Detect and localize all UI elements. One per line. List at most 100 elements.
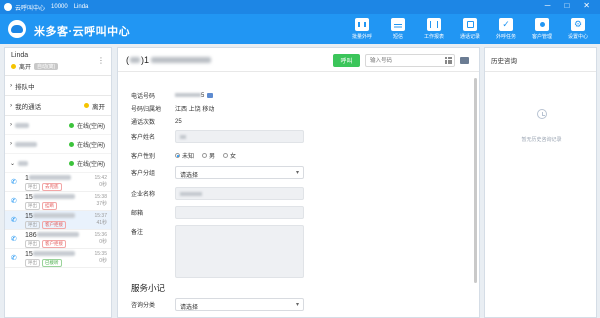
queue-section-label: 排队中 xyxy=(15,83,35,91)
gender-label: 客户性别 xyxy=(131,154,156,160)
detail-header: ()1 呼叫 xyxy=(118,48,479,72)
email-label: 邮箱 xyxy=(131,211,144,217)
phone-icon: ✆ xyxy=(11,198,17,205)
my-calls-section[interactable]: › 我的通话 离开 xyxy=(5,96,111,116)
call-record-row[interactable]: ✆ 1 呼出 去兜底 15:42 0秒 xyxy=(5,173,111,192)
settings-icon: ⚙ xyxy=(571,18,585,31)
online-dot-icon xyxy=(69,141,74,147)
remark-textarea[interactable] xyxy=(175,225,304,278)
member-row[interactable]: ⌄ 在线(空闲) xyxy=(5,154,111,173)
member-name-redacted xyxy=(15,141,37,147)
maximize-button[interactable]: □ xyxy=(564,1,569,10)
toolbar-bulk-dial-button[interactable]: 批量外呼 xyxy=(344,14,380,44)
call-button[interactable]: 呼叫 xyxy=(333,54,360,67)
online-dot-icon xyxy=(69,122,74,128)
call-type-tag: 呼出 xyxy=(25,221,40,229)
toolbar-settings-button[interactable]: ⚙ 设置中心 xyxy=(560,14,596,44)
app-header: 米多客·云呼叫中心 批量外呼 短信 工作报表 通话记录 ✓ 外呼任务 客户管理 … xyxy=(0,14,600,44)
toolbar-customer-button[interactable]: 客户管理 xyxy=(524,14,560,44)
number-input[interactable] xyxy=(365,54,455,67)
task-icon: ✓ xyxy=(499,18,513,31)
chevron-right-icon: › xyxy=(10,141,12,147)
bulk-dial-icon xyxy=(355,18,369,31)
main-toolbar: 批量外呼 短信 工作报表 通话记录 ✓ 外呼任务 客户管理 ⚙ 设置中心 xyxy=(344,14,596,44)
minimize-button[interactable]: ─ xyxy=(545,1,551,10)
agent-status[interactable]: 离开 自动(离) xyxy=(11,62,105,71)
phone-value: 5 xyxy=(175,92,204,99)
gender-radio-male[interactable]: 男 xyxy=(202,151,215,160)
history-panel: 历史咨询 暂无历史咨询记录 xyxy=(484,47,597,318)
call-time: 15:37 xyxy=(94,213,107,219)
call-number-prefix: 15 xyxy=(25,251,33,258)
toolbar-sms-button[interactable]: 短信 xyxy=(380,14,416,44)
service-summary-title: 服务小记 xyxy=(131,283,166,293)
more-options-icon[interactable]: ⋮ xyxy=(97,56,105,65)
company-field[interactable] xyxy=(175,187,304,200)
call-result-tag: 客户拒接 xyxy=(42,221,66,229)
call-number-prefix: 15 xyxy=(25,213,33,220)
left-panel: Linda 离开 自动(离) ⋮ › 排队中 › 我的通话 离开 › 在线(空闲… xyxy=(4,47,112,318)
member-status: 在线(空闲) xyxy=(77,142,105,149)
inquiry-label: 咨询分类 xyxy=(131,303,156,309)
brand-logo-icon xyxy=(8,20,26,38)
report-icon xyxy=(427,18,441,31)
phone-icon: ✆ xyxy=(11,217,17,224)
my-calls-section-label: 我的通话 xyxy=(15,103,42,111)
phone-label: 电话号码 xyxy=(131,94,156,100)
gender-radio-female[interactable]: 女 xyxy=(223,151,236,160)
call-result-tag: 去兜底 xyxy=(42,183,62,191)
member-name-redacted xyxy=(18,160,29,166)
keypad-icon[interactable] xyxy=(445,57,452,64)
toolbar-task-button[interactable]: ✓ 外呼任务 xyxy=(488,14,524,44)
call-number-prefix: 186 xyxy=(25,232,37,239)
agent-card: Linda 离开 自动(离) ⋮ xyxy=(5,48,111,76)
call-record-row[interactable]: ✆ 186 呼出 客户拒接 15:36 0秒 xyxy=(5,230,111,249)
email-field[interactable] xyxy=(175,206,304,219)
queue-section[interactable]: › 排队中 xyxy=(5,76,111,96)
window-titlebar: 云呼叫中心 10000 Linda ─ □ ✕ xyxy=(0,0,600,14)
customer-name-field[interactable] xyxy=(175,130,304,143)
call-time: 15:38 xyxy=(94,194,107,200)
member-row[interactable]: › 在线(空闲) xyxy=(5,116,111,135)
my-calls-status: 离开 xyxy=(92,103,105,111)
call-number-prefix: 15 xyxy=(25,194,33,201)
call-record-row[interactable]: ✆ 15 呼出 已接听 15:35 0秒 xyxy=(5,249,111,268)
customer-detail-panel: ()1 呼叫 电话号码 5 号码归属地 江西 上饶 移动 通话次数 25 客户姓… xyxy=(117,47,480,318)
call-time: 15:35 xyxy=(94,251,107,257)
status-dot-icon xyxy=(84,103,89,108)
toolbar-call-log-button[interactable]: 通话记录 xyxy=(452,14,488,44)
detail-scrollbar[interactable] xyxy=(474,78,477,283)
chevron-right-icon: › xyxy=(10,102,13,109)
customer-icon xyxy=(535,18,549,31)
close-button[interactable]: ✕ xyxy=(583,1,590,10)
group-label: 客户分组 xyxy=(131,171,156,177)
agent-status-text: 离开 xyxy=(19,65,32,71)
call-duration: 0秒 xyxy=(99,258,107,264)
call-duration: 37秒 xyxy=(96,201,107,207)
location-label: 号码归属地 xyxy=(131,107,162,113)
agent-name: Linda xyxy=(11,52,29,59)
call-time: 15:36 xyxy=(94,232,107,238)
group-select[interactable]: 请选择 xyxy=(175,166,304,179)
sms-icon xyxy=(391,18,405,31)
gender-radio-unknown[interactable]: 未知 xyxy=(175,151,194,160)
call-record-row[interactable]: ✆ 15 呼出 挂断 15:38 37秒 xyxy=(5,192,111,211)
mail-icon[interactable] xyxy=(460,57,469,64)
call-record-row-selected[interactable]: ✆ 15 呼出 客户拒接 15:37 41秒 xyxy=(5,211,111,230)
phone-icon: ✆ xyxy=(11,179,17,186)
inquiry-select[interactable]: 请选择 xyxy=(175,298,304,311)
call-result-tag: 挂断 xyxy=(42,202,57,210)
call-type-tag: 呼出 xyxy=(25,183,40,191)
call-time: 15:42 xyxy=(94,175,107,181)
member-row[interactable]: › 在线(空闲) xyxy=(5,135,111,154)
call-type-tag: 呼出 xyxy=(25,240,40,248)
chevron-right-icon: › xyxy=(10,82,13,89)
send-mail-icon[interactable] xyxy=(207,93,214,98)
member-status: 在线(空闲) xyxy=(77,123,105,130)
history-empty-text: 暂无历史咨询记录 xyxy=(521,137,562,143)
call-duration: 0秒 xyxy=(99,239,107,245)
toolbar-report-button[interactable]: 工作报表 xyxy=(416,14,452,44)
auto-status-badge: 自动(离) xyxy=(34,63,59,70)
phone-icon: ✆ xyxy=(11,255,17,262)
remark-label: 备注 xyxy=(131,230,144,236)
